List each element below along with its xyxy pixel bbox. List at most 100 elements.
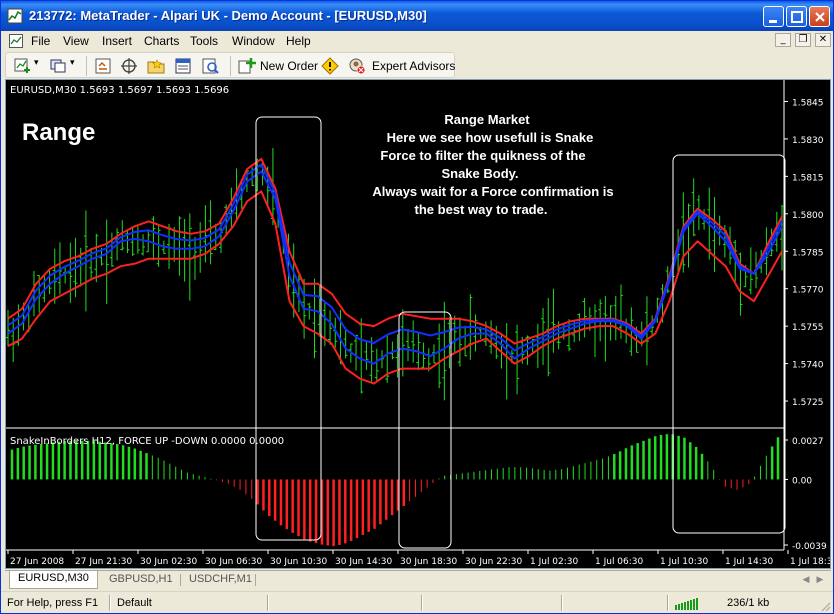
status-separator [561, 595, 563, 611]
indicator-axis-labels: 0.0027 0.00 -0.0039 [784, 437, 827, 552]
toolbar-separator [86, 56, 87, 76]
favorites-folder-icon[interactable] [147, 57, 165, 75]
price-tick-label: 1.5785 [792, 248, 824, 258]
status-separator [267, 595, 269, 611]
time-tick-label: 30 Jun 02:30 [140, 557, 197, 567]
profiles-dropdown-icon[interactable]: ▾ [70, 57, 75, 68]
indicator-tick-label: -0.0039 [792, 542, 827, 552]
price-tick-label: 1.5830 [792, 136, 824, 146]
mdi-close-button[interactable]: ✕ [815, 33, 831, 47]
menu-view[interactable]: View [63, 34, 89, 48]
annotation-line: Snake Body. [441, 166, 518, 181]
connection-status-icon[interactable] [674, 597, 700, 610]
metatrader-window: 213772: MetaTrader - Alpari UK - Demo Ac… [0, 0, 834, 614]
indicator-info-label: SnakeInBorders H12, FORCE UP -DOWN 0.000… [10, 436, 284, 447]
price-tick-label: 1.5815 [792, 173, 824, 183]
status-separator [109, 595, 111, 611]
chart-window-icon[interactable] [9, 34, 23, 48]
chart-tabs: EURUSD,M30 GBPUSD,H1 USDCHF,M1 ◀ ▶ [5, 570, 831, 589]
new-chart-dropdown-icon[interactable]: ▾ [34, 57, 39, 68]
close-button[interactable] [809, 6, 830, 27]
navigator-icon[interactable] [120, 57, 138, 75]
annotation-text: Range Market Here we see how usefull is … [372, 112, 613, 217]
time-tick-label: 30 Jun 06:30 [205, 557, 262, 567]
symbol-info-label: EURUSD,M30 1.5693 1.5697 1.5693 1.5696 [10, 85, 229, 96]
expert-advisors-button[interactable]: Expert Advisors [372, 59, 455, 73]
annotation-line: Force to filter the quikness of the [380, 148, 585, 163]
tab-separator [255, 574, 256, 586]
price-tick-label: 1.5725 [792, 398, 824, 408]
menu-window[interactable]: Window [232, 34, 275, 48]
maximize-icon [791, 11, 803, 23]
time-tick-label: 30 Jun 14:30 [335, 557, 392, 567]
time-tick-label: 30 Jun 10:30 [270, 557, 327, 567]
price-chart[interactable]: EURUSD,M30 1.5693 1.5697 1.5693 1.5696 S… [6, 80, 830, 568]
price-axis-labels: 1.5845 1.5830 1.5815 1.5800 1.5785 1.5770 1.57… [784, 98, 824, 408]
tab-scroll-left-icon[interactable]: ◀ [801, 574, 811, 586]
mdi-restore-button[interactable]: ❐ [795, 33, 811, 47]
price-tick-label: 1.5755 [792, 323, 824, 333]
mdi-minimize-button[interactable]: _ [775, 33, 791, 47]
time-tick-label: 1 Jul 18:30 [790, 557, 830, 567]
time-tick-label: 1 Jul 10:30 [660, 557, 709, 567]
profiles-icon[interactable] [50, 57, 68, 75]
new-chart-icon[interactable] [14, 57, 32, 75]
new-order-icon[interactable] [238, 57, 256, 75]
time-tick-label: 30 Jun 18:30 [400, 557, 457, 567]
tab-eurusd-m30[interactable]: EURUSD,M30 [9, 571, 98, 589]
title-bar[interactable]: 213772: MetaTrader - Alpari UK - Demo Ac… [1, 1, 833, 31]
maximize-button[interactable] [786, 6, 807, 27]
minimize-icon [769, 20, 777, 23]
time-tick-label: 1 Jul 06:30 [595, 557, 644, 567]
highlight-box-range-2 [398, 311, 452, 549]
menu-tools[interactable]: Tools [190, 34, 218, 48]
time-axis-labels: 27 Jun 2008 27 Jun 21:30 30 Jun 02:30 30 Ju… [7, 550, 830, 567]
annotation-line: Always wait for a Force confirmation is [372, 184, 613, 199]
snake-body-line [7, 170, 783, 365]
status-bar: For Help, press F1 Default 236/1 kb [1, 591, 833, 613]
expert-advisors-icon[interactable] [348, 57, 366, 75]
menu-help[interactable]: Help [286, 34, 311, 48]
status-traffic: 236/1 kb [727, 597, 770, 609]
autotrading-warning-icon[interactable] [321, 57, 339, 75]
menu-file[interactable]: File [31, 34, 50, 48]
annotation-line: Range Market [444, 112, 530, 127]
terminal-icon[interactable] [174, 57, 192, 75]
time-tick-label: 1 Jul 14:30 [725, 557, 774, 567]
tab-scroll-right-icon[interactable]: ▶ [815, 574, 825, 586]
standard-toolbar: ▾ ▾ New Order Expert Advisors [5, 52, 455, 78]
time-tick-label: 27 Jun 2008 [10, 557, 64, 567]
price-tick-label: 1.5800 [792, 211, 824, 221]
status-profile: Default [117, 597, 152, 609]
indicator-tick-label: 0.00 [792, 476, 812, 486]
menu-insert[interactable]: Insert [102, 34, 132, 48]
status-help-text: For Help, press F1 [7, 597, 99, 609]
strategy-tester-icon[interactable] [201, 57, 219, 75]
menu-charts[interactable]: Charts [144, 34, 179, 48]
price-tick-label: 1.5845 [792, 98, 824, 108]
time-tick-label: 1 Jul 02:30 [530, 557, 579, 567]
window-title: 213772: MetaTrader - Alpari UK - Demo Ac… [29, 8, 427, 23]
price-tick-label: 1.5770 [792, 286, 824, 296]
tab-usdchf-m1[interactable]: USDCHF,M1 [181, 572, 260, 588]
close-icon [815, 12, 825, 22]
chart-window[interactable]: EURUSD,M30 1.5693 1.5697 1.5693 1.5696 S… [5, 79, 831, 569]
resize-grip-icon[interactable] [819, 600, 831, 612]
price-tick-label: 1.5740 [792, 361, 824, 371]
status-separator [421, 595, 423, 611]
status-separator [667, 595, 669, 611]
new-order-button[interactable]: New Order [260, 59, 318, 73]
range-label: Range [22, 119, 95, 146]
annotation-line: the best way to trade. [415, 202, 548, 217]
menu-bar: File View Insert Charts Tools Window Hel… [1, 31, 833, 51]
time-tick-label: 27 Jun 21:30 [75, 557, 132, 567]
force-histogram [10, 434, 780, 547]
time-tick-label: 30 Jun 22:30 [465, 557, 522, 567]
indicator-tick-label: 0.0027 [792, 437, 824, 447]
annotation-line: Here we see how usefull is Snake [387, 130, 594, 145]
metatrader-app-icon [7, 8, 23, 24]
tab-gbpusd-h1[interactable]: GBPUSD,H1 [101, 572, 181, 588]
minimize-button[interactable] [763, 6, 784, 27]
toolbar-separator [230, 56, 231, 76]
market-watch-icon[interactable] [94, 57, 112, 75]
